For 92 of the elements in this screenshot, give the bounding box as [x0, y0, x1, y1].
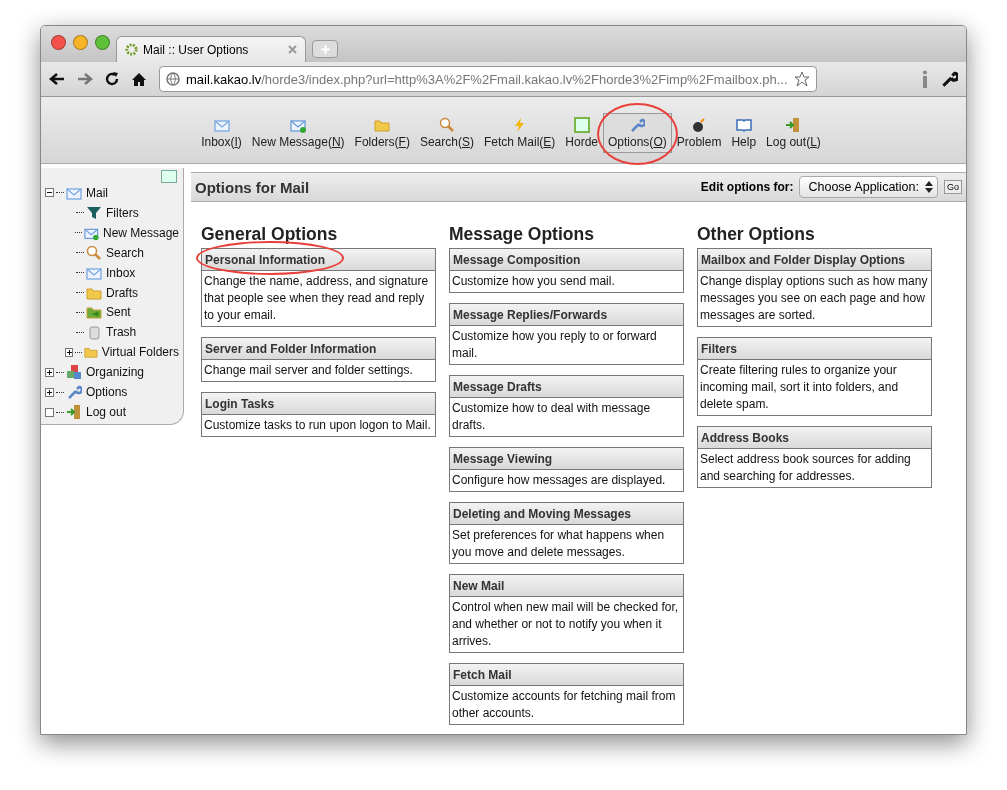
tree-item[interactable]: Inbox — [106, 265, 136, 280]
wrench-icon — [629, 117, 646, 133]
globe-icon — [166, 72, 180, 86]
option-link[interactable]: Message Composition — [450, 248, 683, 271]
bomb-icon — [691, 117, 708, 133]
info-icon[interactable] — [922, 70, 928, 88]
funnel-icon — [86, 204, 102, 221]
forward-arrow-icon[interactable] — [77, 72, 93, 86]
option-description: Create filtering rules to organize your incoming mail, sort it into folders, and delete spam. — [699, 362, 900, 413]
section-heading: General Options — [201, 224, 339, 245]
toolbar-button[interactable]: Folders(F) — [349, 113, 415, 153]
tree-item[interactable]: Search — [106, 245, 145, 260]
option-link[interactable]: Login Tasks — [202, 392, 435, 415]
reload-icon[interactable] — [105, 72, 119, 86]
option-description: Change the name, address, and signature that people see when they read and reply to your email. — [203, 273, 430, 324]
star-icon[interactable] — [793, 71, 810, 87]
gear-icon — [125, 43, 138, 56]
toolbar-button[interactable]: Help — [726, 113, 762, 153]
collapse-toggle[interactable] — [45, 188, 54, 198]
leaf-box — [45, 407, 54, 417]
tree-item[interactable]: Drafts — [106, 285, 138, 300]
tree-item[interactable]: Filters — [106, 205, 139, 220]
tree-item[interactable]: Log out — [86, 405, 127, 420]
option-link[interactable]: Personal Information — [202, 248, 435, 271]
cubes-icon — [66, 364, 82, 381]
back-arrow-icon[interactable] — [49, 72, 65, 86]
option-link[interactable]: Mailbox and Folder Display Options — [698, 248, 931, 271]
option-link[interactable]: Message Drafts — [450, 375, 683, 398]
toolbar-button[interactable]: Log out(L) — [761, 113, 826, 153]
updown-caret-icon — [925, 181, 933, 193]
plus-icon — [320, 44, 330, 54]
zoom-button[interactable] — [95, 35, 110, 50]
home-icon[interactable] — [131, 71, 147, 87]
edit-options-label: Edit options for: — [700, 180, 794, 194]
option-description: Change mail server and folder settings. — [203, 362, 414, 379]
new-tab-button[interactable] — [312, 40, 338, 58]
tree-item[interactable]: Virtual Folders — [101, 345, 179, 360]
toolbar-button[interactable]: Horde — [560, 113, 603, 153]
option-description: Customize tasks to run upon logon to Mail. — [203, 417, 432, 434]
option-link[interactable]: Filters — [698, 337, 931, 360]
option-link[interactable]: Fetch Mail — [450, 663, 683, 686]
envelope-plus-icon — [290, 117, 307, 133]
option-description: Change display options such as how many messages you see on each page and how messages are sorted. — [699, 273, 929, 324]
wrench-icon[interactable] — [940, 70, 958, 88]
folder-arrow-icon — [86, 304, 102, 321]
page-title: Options for Mail — [195, 178, 311, 196]
expand-toggle[interactable] — [45, 387, 54, 397]
magnifier-icon — [86, 244, 102, 261]
tree-item[interactable]: Sent — [106, 305, 131, 320]
option-description: Customize how you reply to or forward mail. — [451, 328, 658, 362]
address-bar[interactable]: mail.kakao.lv/horde3/index.php?url=http%3A%2F%2Fmail.kakao.lv%2Fhorde3%2Fimp%2Fmailbox.ph... — [159, 66, 817, 92]
url-text: mail.kakao.lv/horde3/index.php?url=http%3A%2F%2Fmail.kakao.lv%2Fhorde3%2Fimp%2Fmailbox.ph... — [186, 71, 788, 87]
tree-item[interactable]: Options — [86, 385, 128, 400]
expand-toggle[interactable] — [45, 367, 54, 377]
option-description: Select address book sources for adding and searching for addresses. — [699, 451, 912, 485]
option-description: Configure how messages are displayed. — [451, 472, 667, 489]
tree-item[interactable]: Trash — [106, 325, 137, 340]
option-link[interactable]: Address Books — [698, 426, 931, 449]
envelope-icon — [213, 117, 230, 133]
magnifier-icon — [438, 117, 455, 133]
tree-item[interactable]: Mail — [86, 185, 108, 200]
option-description: Customize how to deal with message drafts. — [451, 400, 652, 434]
go-button[interactable]: Go — [944, 180, 962, 194]
door-icon — [785, 117, 802, 133]
section-heading: Message Options — [449, 224, 595, 245]
door-icon — [66, 404, 82, 421]
book-icon — [735, 117, 752, 133]
section-heading: Other Options — [697, 224, 816, 245]
tree-item[interactable]: New Message — [102, 225, 179, 240]
toolbar-button[interactable]: Problem — [671, 113, 727, 153]
application-select[interactable]: Choose Application: — [799, 176, 938, 198]
wrench-icon — [66, 384, 82, 401]
toolbar-button[interactable]: Options(O) — [603, 113, 672, 153]
option-link[interactable]: Deleting and Moving Messages — [450, 502, 683, 525]
option-link[interactable]: Message Replies/Forwards — [450, 303, 683, 326]
option-link[interactable]: Server and Folder Information — [202, 337, 435, 360]
option-description: Customize how you send mail. — [451, 273, 616, 290]
tab-title: Mail :: User Options — [143, 42, 250, 57]
option-link[interactable]: New Mail — [450, 574, 683, 597]
option-description: Control when new mail will be checked for, and whether or not to notify you when it arrives. — [451, 599, 680, 650]
toolbar-button[interactable]: Search(S) — [414, 113, 479, 153]
toolbar-button[interactable]: Fetch Mail(E) — [478, 113, 561, 153]
option-link[interactable]: Message Viewing — [450, 447, 683, 470]
toolbar-button[interactable]: New Message(N) — [246, 113, 350, 153]
close-button[interactable] — [51, 35, 66, 50]
folder-icon — [374, 117, 391, 133]
option-description: Set preferences for what happens when you move and delete messages. — [451, 527, 666, 561]
expand-toggle[interactable] — [65, 347, 74, 357]
browser-tab[interactable]: Mail :: User Options — [116, 36, 306, 62]
option-description: Customize accounts for fetching mail from other accounts. — [451, 688, 677, 722]
tree-item[interactable]: Organizing — [86, 365, 145, 380]
toolbar-button[interactable]: Inbox(I) — [196, 113, 247, 153]
